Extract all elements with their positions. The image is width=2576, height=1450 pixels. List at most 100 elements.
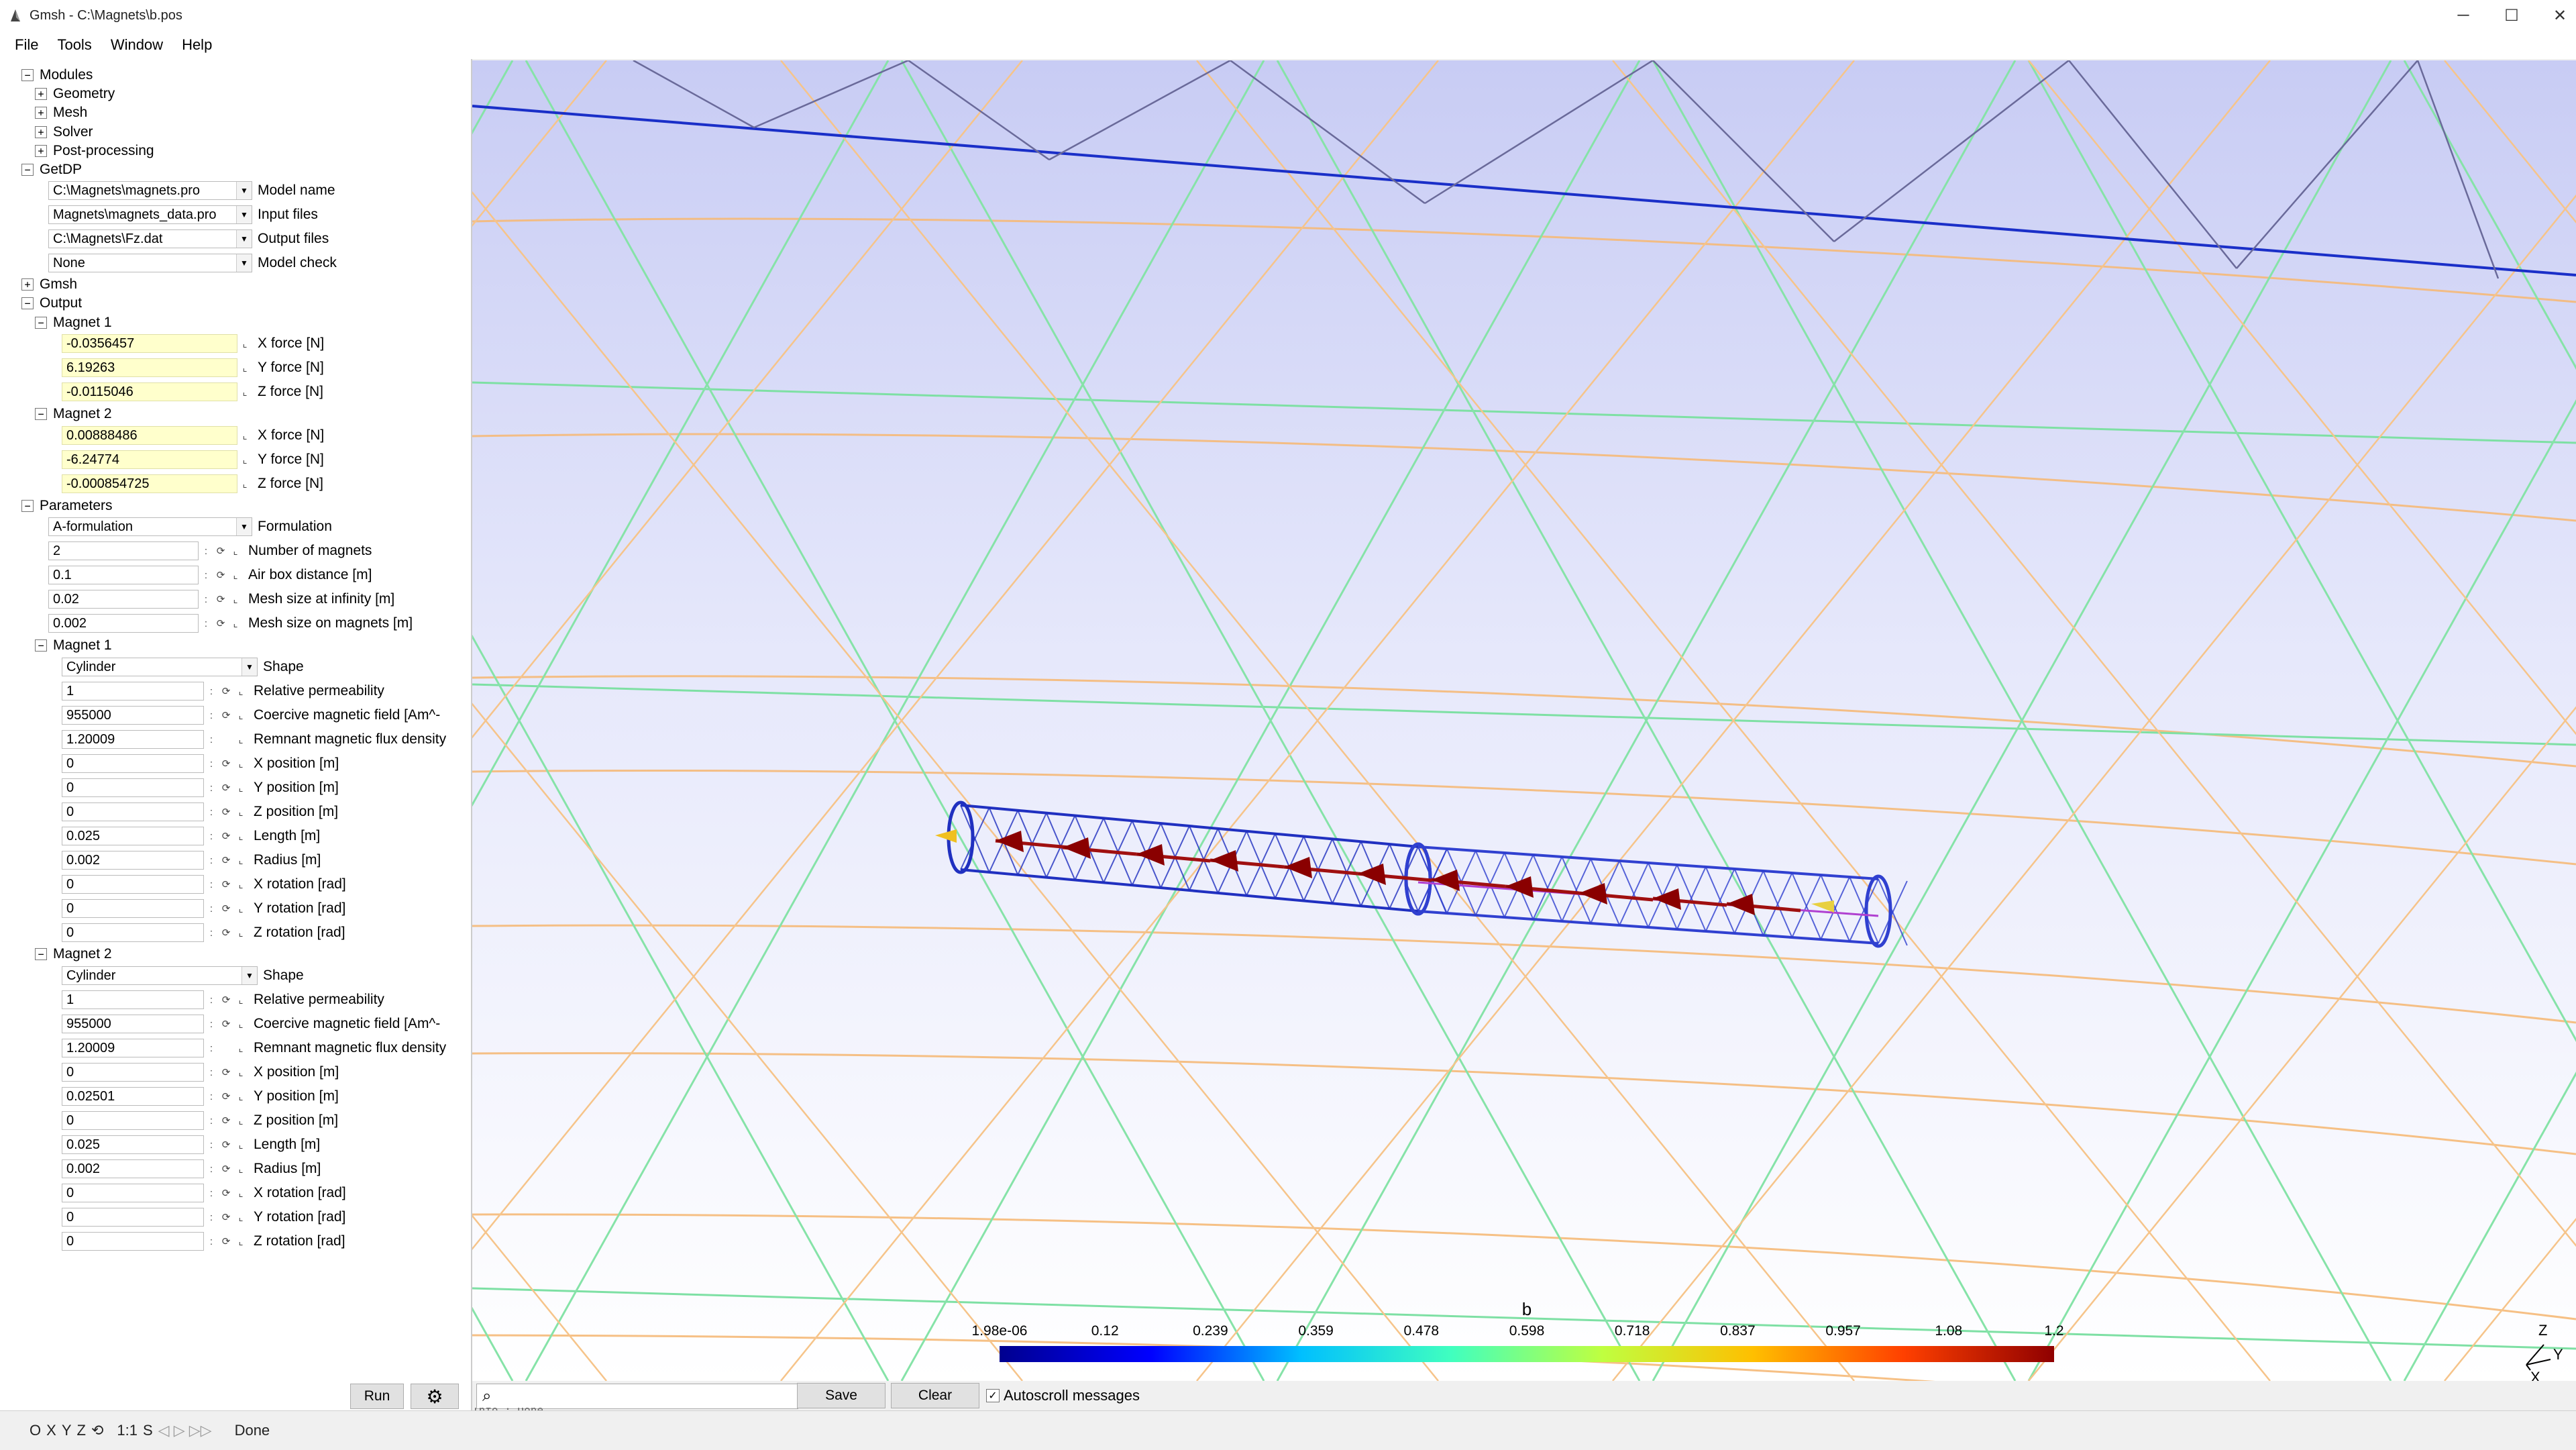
model-check-select[interactable]: None ▼	[48, 254, 252, 272]
range-icon[interactable]: :	[204, 875, 219, 894]
message-search-input[interactable]: ⌕	[476, 1384, 798, 1409]
loop-icon[interactable]: ⟳	[219, 899, 233, 918]
loop-icon[interactable]: ⟳	[213, 541, 228, 560]
loop-icon[interactable]: ⟳	[219, 682, 233, 701]
range-icon[interactable]: :	[204, 923, 219, 942]
collapse-icon[interactable]: −	[21, 164, 34, 176]
ypos-input[interactable]: 0.02501	[62, 1087, 204, 1106]
loop-icon[interactable]: ⟳	[219, 1135, 233, 1154]
model-name-select[interactable]: C:\Magnets\magnets.pro ▼	[48, 181, 252, 200]
graph-icon[interactable]: ⌞	[237, 334, 252, 353]
loop-icon[interactable]: ⟳	[219, 1159, 233, 1178]
graph-icon[interactable]: ⌞	[233, 923, 248, 942]
graph-icon[interactable]: ⌞	[233, 990, 248, 1009]
loop-icon[interactable]: ⟳	[213, 590, 228, 609]
loop-icon[interactable]: ⟳	[219, 1208, 233, 1227]
loop-icon[interactable]: ⟳	[219, 990, 233, 1009]
graph-icon[interactable]: ⌞	[233, 778, 248, 797]
zpos-input[interactable]: 0	[62, 802, 204, 821]
collapse-icon[interactable]: −	[35, 317, 47, 329]
graphics-viewport[interactable]: b 1.98e-06 0.12 0.239 0.359 0.478 0.598 0.718 0.…	[472, 60, 2576, 1381]
graph-icon[interactable]: ⌞	[233, 1015, 248, 1033]
graph-icon[interactable]: ⌞	[233, 754, 248, 773]
xpos-input[interactable]: 0	[62, 754, 204, 773]
collapse-icon[interactable]: −	[35, 948, 47, 960]
perm-input[interactable]: 1	[62, 682, 204, 701]
graph-icon[interactable]: ⌞	[233, 802, 248, 821]
tree-parameters[interactable]: − Parameters	[21, 497, 113, 515]
dropdown-icon[interactable]: ▼	[241, 658, 257, 676]
tree-gmsh[interactable]: + Gmsh	[21, 275, 77, 294]
view-x-button[interactable]: X	[46, 1422, 56, 1439]
graph-icon[interactable]: ⌞	[233, 1111, 248, 1130]
dropdown-icon[interactable]: ▼	[236, 230, 252, 248]
expand-icon[interactable]: +	[35, 88, 47, 100]
tree-output-magnet1[interactable]: − Magnet 1	[35, 313, 112, 332]
loop-icon[interactable]: ⟳	[219, 1063, 233, 1082]
coercive-input[interactable]: 955000	[62, 706, 204, 725]
view-z-button[interactable]: Z	[77, 1422, 86, 1439]
range-icon[interactable]: :	[204, 1135, 219, 1154]
collapse-icon[interactable]: −	[35, 639, 47, 652]
dropdown-icon[interactable]: ▼	[236, 518, 252, 535]
graph-icon[interactable]: ⌞	[233, 875, 248, 894]
range-icon[interactable]: :	[204, 730, 219, 749]
graph-icon[interactable]: ⌞	[237, 358, 252, 377]
menu-file[interactable]: File	[15, 36, 38, 54]
graph-icon[interactable]: ⌞	[233, 1135, 248, 1154]
graph-icon[interactable]: ⌞	[237, 382, 252, 401]
loop-icon[interactable]: ⟳	[219, 827, 233, 845]
graph-icon[interactable]: ⌞	[228, 614, 243, 633]
tree-postprocessing[interactable]: + Post-processing	[35, 142, 154, 160]
checkbox-icon[interactable]: ✓	[986, 1389, 1000, 1402]
minimize-button[interactable]: ─	[2439, 0, 2487, 31]
range-icon[interactable]: :	[204, 1232, 219, 1251]
range-icon[interactable]: :	[199, 590, 213, 609]
loop-icon[interactable]: ⟳	[219, 1111, 233, 1130]
clear-messages-button[interactable]: Clear	[891, 1383, 979, 1408]
menu-window[interactable]: Window	[111, 36, 163, 54]
range-icon[interactable]: :	[204, 899, 219, 918]
tree-mesh[interactable]: + Mesh	[35, 103, 87, 122]
save-messages-button[interactable]: Save	[797, 1383, 885, 1408]
air-box-input[interactable]: 0.1	[48, 566, 199, 584]
xrot-input[interactable]: 0	[62, 1184, 204, 1202]
length-input[interactable]: 0.025	[62, 827, 204, 845]
range-icon[interactable]: :	[204, 754, 219, 773]
loop-icon[interactable]: ⟳	[213, 614, 228, 633]
maximize-button[interactable]: ☐	[2487, 0, 2536, 31]
expand-icon[interactable]: +	[35, 126, 47, 138]
gear-button[interactable]: ⚙	[411, 1384, 459, 1409]
collapse-icon[interactable]: −	[35, 408, 47, 420]
graph-icon[interactable]: ⌞	[233, 1184, 248, 1202]
zpos-input[interactable]: 0	[62, 1111, 204, 1130]
range-icon[interactable]: :	[199, 614, 213, 633]
ypos-input[interactable]: 0	[62, 778, 204, 797]
collapse-icon[interactable]: −	[21, 69, 34, 81]
tree-solver[interactable]: + Solver	[35, 123, 93, 142]
range-icon[interactable]: :	[204, 1184, 219, 1202]
zrot-input[interactable]: 0	[62, 923, 204, 942]
rotate-icon[interactable]: ⟲	[91, 1422, 103, 1439]
mesh-inf-input[interactable]: 0.02	[48, 590, 199, 609]
graph-icon[interactable]: ⌞	[233, 1039, 248, 1057]
loop-icon[interactable]: ⟳	[219, 778, 233, 797]
loop-icon[interactable]: ⟳	[219, 706, 233, 725]
graph-icon[interactable]: ⌞	[237, 426, 252, 445]
formulation-select[interactable]: A-formulation ▼	[48, 517, 252, 536]
graph-icon[interactable]: ⌞	[233, 899, 248, 918]
graph-icon[interactable]: ⌞	[233, 730, 248, 749]
graph-icon[interactable]: ⌞	[233, 1232, 248, 1251]
menu-help[interactable]: Help	[182, 36, 212, 54]
tree-getdp[interactable]: − GetDP	[21, 160, 82, 179]
expand-icon[interactable]: +	[21, 278, 34, 291]
graph-icon[interactable]: ⌞	[233, 706, 248, 725]
graph-icon[interactable]: ⌞	[233, 682, 248, 701]
view-o-button[interactable]: O	[30, 1422, 41, 1439]
xpos-input[interactable]: 0	[62, 1063, 204, 1082]
shape-select[interactable]: Cylinder ▼	[62, 966, 258, 985]
num-magnets-input[interactable]: 2	[48, 541, 199, 560]
coercive-input[interactable]: 955000	[62, 1015, 204, 1033]
tree-geometry[interactable]: + Geometry	[35, 85, 115, 103]
loop-icon[interactable]: ⟳	[219, 1087, 233, 1106]
